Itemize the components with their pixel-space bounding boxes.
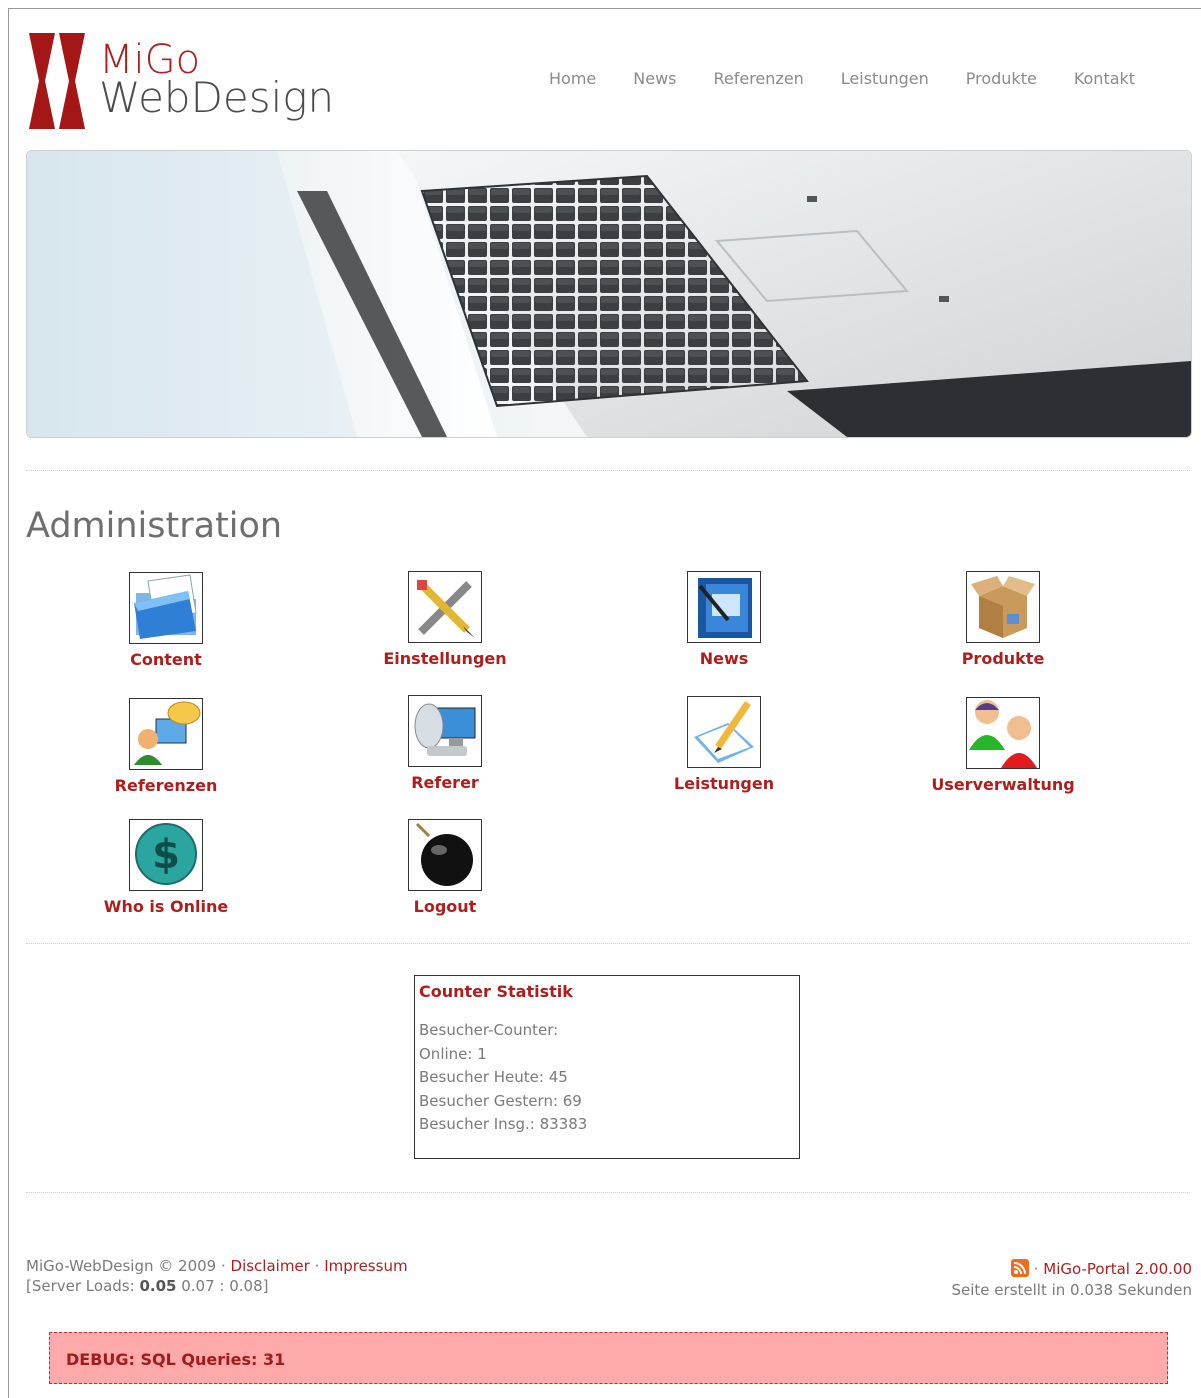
tile-userverwaltung[interactable]: Userverwaltung xyxy=(883,697,1123,794)
server-loads: [Server Loads: 0.05 0.07 : 0.08] xyxy=(26,1276,408,1296)
portal-version-link[interactable]: MiGo-Portal 2.00.00 xyxy=(1043,1260,1192,1278)
tile-label[interactable]: Userverwaltung xyxy=(883,775,1123,794)
tile-produkte[interactable]: Produkte xyxy=(883,571,1123,668)
tile-who-is-online[interactable]: $ Who is Online xyxy=(46,819,286,916)
counter-title: Counter Statistik xyxy=(419,982,573,1001)
tile-label[interactable]: Leistungen xyxy=(604,774,844,793)
tile-content[interactable]: Content xyxy=(46,572,286,669)
logo-chevron-icon xyxy=(29,33,85,129)
folder-icon[interactable] xyxy=(129,572,203,644)
nav-referenzen[interactable]: Referenzen xyxy=(713,69,803,88)
tile-einstellungen[interactable]: Einstellungen xyxy=(325,571,565,668)
debug-sql-queries: DEBUG: SQL Queries: 31 xyxy=(49,1332,1168,1384)
footer-copyright-line: MiGo-WebDesign © 2009 · Disclaimer · Imp… xyxy=(26,1256,408,1276)
impressum-link[interactable]: Impressum xyxy=(324,1257,407,1275)
logo[interactable]: MiGo WebDesign xyxy=(25,33,425,133)
server-loads-label: [Server Loads: xyxy=(26,1277,135,1295)
copyright-text: MiGo-WebDesign © 2009 · xyxy=(26,1257,226,1275)
svg-text:$: $ xyxy=(152,832,180,878)
generation-time: Seite erstellt in 0.038 Sekunden xyxy=(951,1281,1193,1299)
nav-produkte[interactable]: Produkte xyxy=(966,69,1037,88)
box-icon[interactable] xyxy=(966,571,1040,643)
tile-leistungen[interactable]: Leistungen xyxy=(604,696,844,793)
server-loads-rest: 0.07 : 0.08] xyxy=(181,1277,269,1295)
tile-referenzen[interactable]: Referenzen xyxy=(46,698,286,795)
page-title: Administration xyxy=(26,506,283,546)
computer-icon[interactable] xyxy=(408,695,482,767)
bomb-icon[interactable] xyxy=(408,819,482,891)
disclaimer-link[interactable]: Disclaimer xyxy=(231,1257,310,1275)
counter-row: Besucher Heute: 45 xyxy=(419,1068,568,1086)
nav-news[interactable]: News xyxy=(633,69,676,88)
logo-line-2: WebDesign xyxy=(99,73,335,122)
server-load-1: 0.05 xyxy=(139,1277,177,1295)
tile-label[interactable]: News xyxy=(604,649,844,668)
nav-home[interactable]: Home xyxy=(549,69,596,88)
divider xyxy=(26,470,1190,471)
hero-laptop-image xyxy=(26,150,1192,438)
footer-left: MiGo-WebDesign © 2009 · Disclaimer · Imp… xyxy=(26,1256,408,1296)
tile-label[interactable]: Einstellungen xyxy=(325,649,565,668)
book-icon[interactable] xyxy=(687,571,761,643)
logo-text: MiGo WebDesign xyxy=(99,40,335,122)
counter-row: Besucher Insg.: 83383 xyxy=(419,1115,588,1133)
nav-kontakt[interactable]: Kontakt xyxy=(1074,69,1135,88)
tools-icon[interactable] xyxy=(408,571,482,643)
main-nav: Home News Referenzen Leistungen Produkte… xyxy=(549,69,1135,88)
portal-line: · MiGo-Portal 2.00.00 xyxy=(952,1259,1192,1280)
tile-label[interactable]: Referer xyxy=(325,773,565,792)
divider xyxy=(26,943,1190,944)
counter-statistik-box: Counter Statistik Besucher-Counter: Onli… xyxy=(414,975,800,1159)
portal-separator: · xyxy=(1033,1260,1039,1278)
dollar-icon[interactable]: $ xyxy=(129,819,203,891)
counter-row: Online: 1 xyxy=(419,1044,487,1063)
nav-leistungen[interactable]: Leistungen xyxy=(841,69,929,88)
pen-paper-icon[interactable] xyxy=(687,696,761,768)
tile-label[interactable]: Referenzen xyxy=(46,776,286,795)
tile-label[interactable]: Logout xyxy=(325,897,565,916)
tile-label[interactable]: Produkte xyxy=(883,649,1123,668)
rss-icon[interactable] xyxy=(1010,1259,1029,1277)
footer-right: · MiGo-Portal 2.00.00 Seite erstellt in … xyxy=(951,1259,1193,1301)
divider xyxy=(26,1192,1190,1193)
tile-label[interactable]: Who is Online xyxy=(46,897,286,916)
tile-news[interactable]: News xyxy=(604,571,844,668)
footer-separator: · xyxy=(314,1257,320,1275)
page: MiGo WebDesign Home News Referenzen Leis… xyxy=(8,8,1201,1398)
user-chat-icon[interactable] xyxy=(129,698,203,770)
counter-row: Besucher Gestern: 69 xyxy=(419,1091,582,1110)
tile-label[interactable]: Content xyxy=(46,650,286,669)
tile-logout[interactable]: Logout xyxy=(325,819,565,916)
users-icon[interactable] xyxy=(966,697,1040,769)
counter-row: Besucher-Counter: xyxy=(419,1021,559,1039)
tile-referer[interactable]: Referer xyxy=(325,695,565,792)
